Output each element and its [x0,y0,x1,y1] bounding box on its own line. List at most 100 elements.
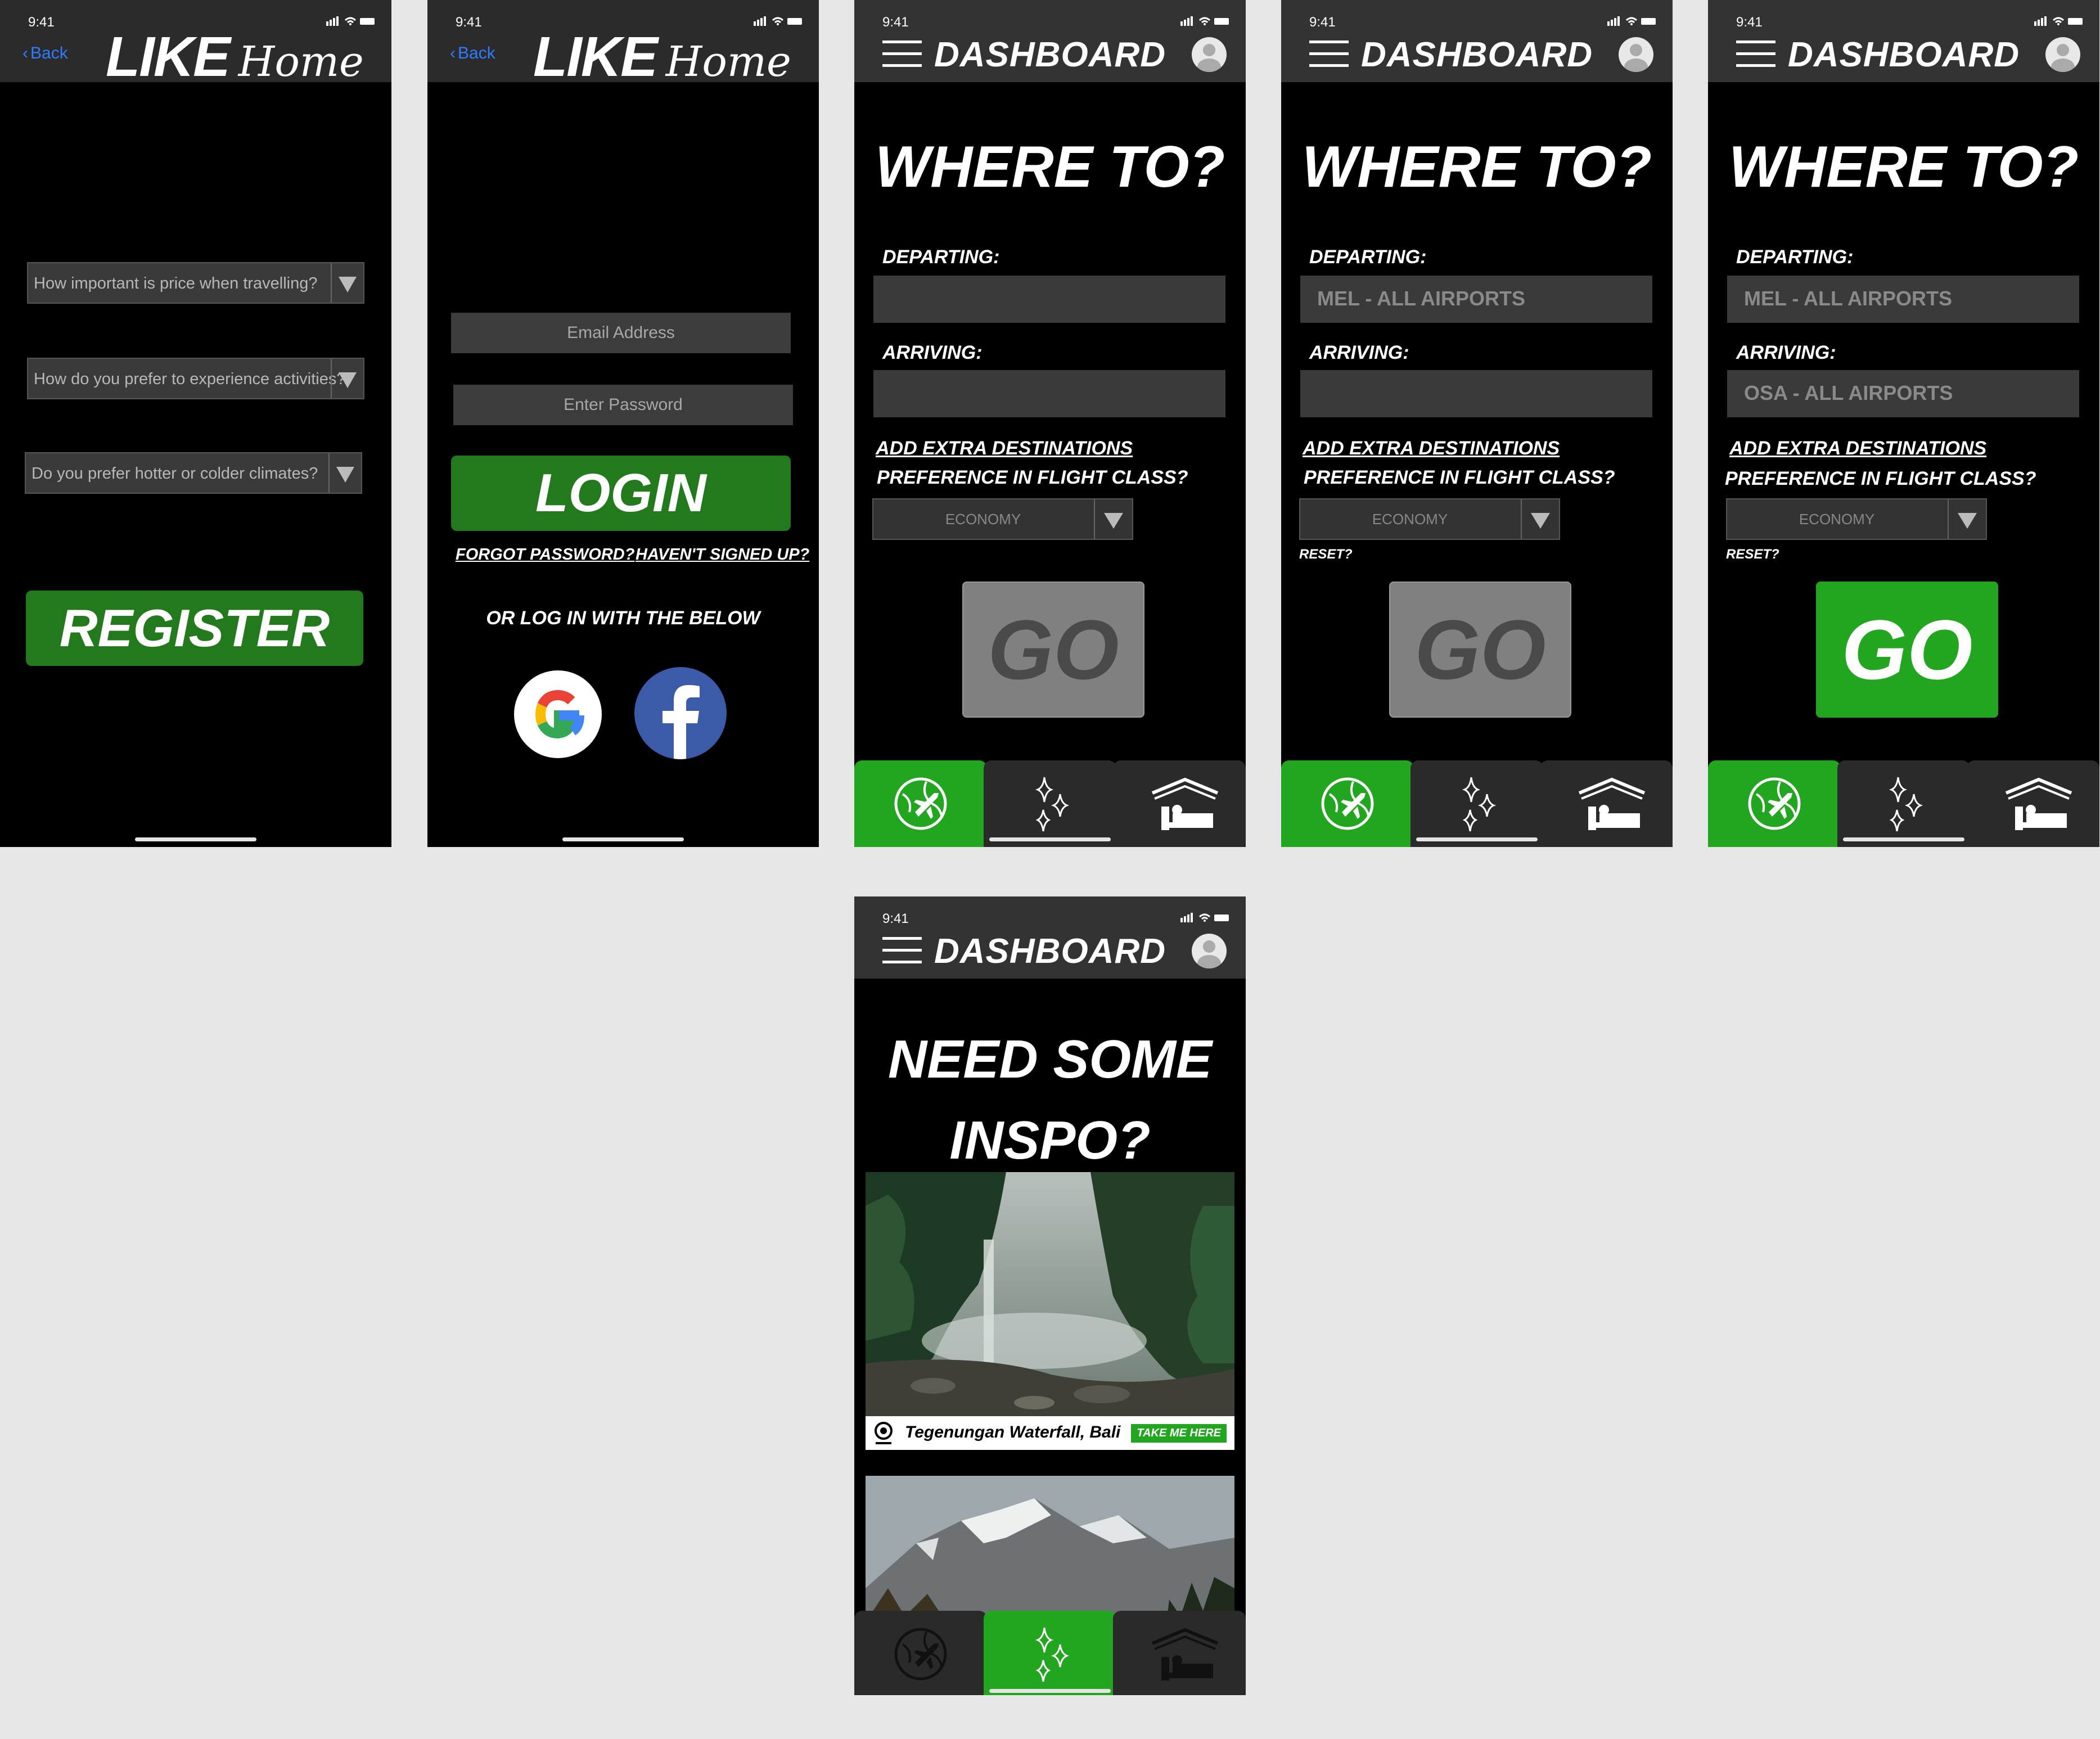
home-indicator [989,837,1111,841]
inspo-heading: NEED SOME INSPO? [854,1019,1246,1181]
where-to-heading: WHERE TO? [875,134,1225,200]
price-importance-select[interactable]: How important is price when travelling? [27,262,364,304]
tab-flights[interactable] [1708,760,1841,847]
flight-class-select[interactable]: ECONOMY [872,498,1133,540]
forgot-password-link[interactable]: FORGOT PASSWORD? [456,546,634,564]
password-field[interactable]: Enter Password [453,385,793,425]
waterfall-photo[interactable] [866,1172,1234,1416]
globe-plane-icon [894,1628,947,1681]
departing-field[interactable]: MEL - ALL AIRPORTS [1300,276,1652,323]
bed-icon [2005,777,2072,830]
reset-link[interactable]: RESET? [1726,547,1779,562]
back-button[interactable]: ‹ Back [450,44,495,63]
arriving-label: ARRIVING: [1309,342,1409,363]
tab-bar [854,1611,1246,1695]
home-indicator [1843,837,1964,841]
profile-avatar-icon[interactable] [1192,934,1227,968]
email-field[interactable]: Email Address [451,313,791,353]
dropdown-arrow-icon [331,263,363,303]
login-screen: 9:41 ‹ Back LIKE Home Email Address Enter … [427,0,819,847]
register-button[interactable]: REGISTER [26,591,363,666]
profile-avatar-icon[interactable] [1192,37,1227,72]
dashboard-departing-screen: 9:41 DASHBOARD WHERE TO? DEPARTING: MEL … [1281,0,1673,847]
status-icons [1607,16,1656,26]
tab-flights[interactable] [854,760,987,847]
place-name: Tegenungan Waterfall, Bali [905,1423,1121,1441]
tab-inspo[interactable] [1837,760,1970,847]
add-destinations-link[interactable]: ADD EXTRA DESTINATIONS [1303,438,1560,459]
go-button[interactable]: GO [1816,582,1998,718]
app-logo: LIKE Home [106,25,364,89]
app-header: 9:41 DASHBOARD [1281,0,1673,82]
sparkles-icon [1035,777,1070,832]
tab-inspo[interactable] [1410,760,1543,847]
select-value: ECONOMY [1372,511,1448,528]
tab-hotels[interactable] [1540,760,1673,847]
tab-flights[interactable] [854,1611,987,1695]
login-button[interactable]: LOGIN [451,456,791,531]
dashboard-empty-screen: 9:41 DASHBOARD WHERE TO? DEPARTING: ARRI… [854,0,1246,847]
add-destinations-link[interactable]: ADD EXTRA DESTINATIONS [1729,438,1986,459]
arriving-field[interactable]: OSA - ALL AIRPORTS [1727,370,2079,417]
arriving-label: ARRIVING: [1736,342,1836,363]
home-indicator [989,1689,1111,1693]
dropdown-arrow-icon [328,453,361,493]
globe-plane-icon [894,777,947,830]
take-me-here-button[interactable]: TAKE ME HERE [1131,1424,1227,1443]
go-button[interactable]: GO [962,582,1144,718]
signup-link[interactable]: HAVEN'T SIGNED UP? [636,546,809,564]
select-value: ECONOMY [945,511,1021,528]
profile-avatar-icon[interactable] [2045,37,2080,72]
departing-label: DEPARTING: [882,246,1000,268]
page-title: DASHBOARD [934,35,1166,74]
app-header: 9:41 DASHBOARD [1708,0,2099,82]
location-pin-icon [875,1422,893,1444]
climate-select[interactable]: Do you prefer hotter or colder climates? [25,452,362,494]
tab-bar [1708,760,2099,847]
go-button[interactable]: GO [1389,582,1571,718]
tab-hotels[interactable] [1113,760,1246,847]
dropdown-arrow-icon [1094,499,1132,539]
logo-like: LIKE [533,25,658,88]
tab-flights[interactable] [1281,760,1414,847]
tab-hotels[interactable] [1113,1611,1246,1695]
tab-inspo[interactable] [984,760,1116,847]
logo-home: Home [665,38,791,86]
arriving-field[interactable] [1300,370,1652,417]
tab-hotels[interactable] [1967,760,2099,847]
globe-plane-icon [1748,777,1801,830]
departing-field[interactable]: MEL - ALL AIRPORTS [1727,276,2079,323]
globe-plane-icon [1321,777,1374,830]
reset-link[interactable]: RESET? [1299,547,1353,562]
bed-icon [1151,1628,1219,1681]
select-value: Do you prefer hotter or colder climates? [31,465,318,483]
bed-icon [1151,777,1219,830]
select-value: How do you prefer to experience activiti… [34,370,346,388]
bed-icon [1578,777,1646,830]
logo-like: LIKE [106,25,231,88]
inspo-heading-line1: NEED SOME [887,1029,1213,1089]
app-logo: LIKE Home [533,25,791,89]
dropdown-arrow-icon [331,359,363,398]
dropdown-arrow-icon [1948,499,1986,539]
activities-select[interactable]: How do you prefer to experience activiti… [27,358,364,399]
google-login-button[interactable] [514,670,602,758]
flight-class-select[interactable]: ECONOMY [1726,498,1987,540]
status-time: 9:41 [882,911,909,926]
departing-field[interactable] [873,276,1225,323]
page-title: DASHBOARD [1788,35,2020,74]
facebook-login-button[interactable] [634,667,727,759]
status-icons [1180,913,1229,922]
home-indicator [135,837,256,841]
profile-avatar-icon[interactable] [1619,37,1653,72]
back-button[interactable]: ‹ Back [22,44,68,63]
arriving-field[interactable] [873,370,1225,417]
arriving-label: ARRIVING: [882,342,983,363]
add-destinations-link[interactable]: ADD EXTRA DESTINATIONS [876,438,1133,459]
inspo-heading-line2: INSPO? [949,1110,1151,1170]
flight-class-select[interactable]: ECONOMY [1299,498,1560,540]
tab-inspo[interactable] [984,1611,1116,1695]
facebook-icon [663,685,700,759]
status-time: 9:41 [1309,15,1336,30]
flight-class-label: PREFERENCE IN FLIGHT CLASS? [1725,468,2036,489]
